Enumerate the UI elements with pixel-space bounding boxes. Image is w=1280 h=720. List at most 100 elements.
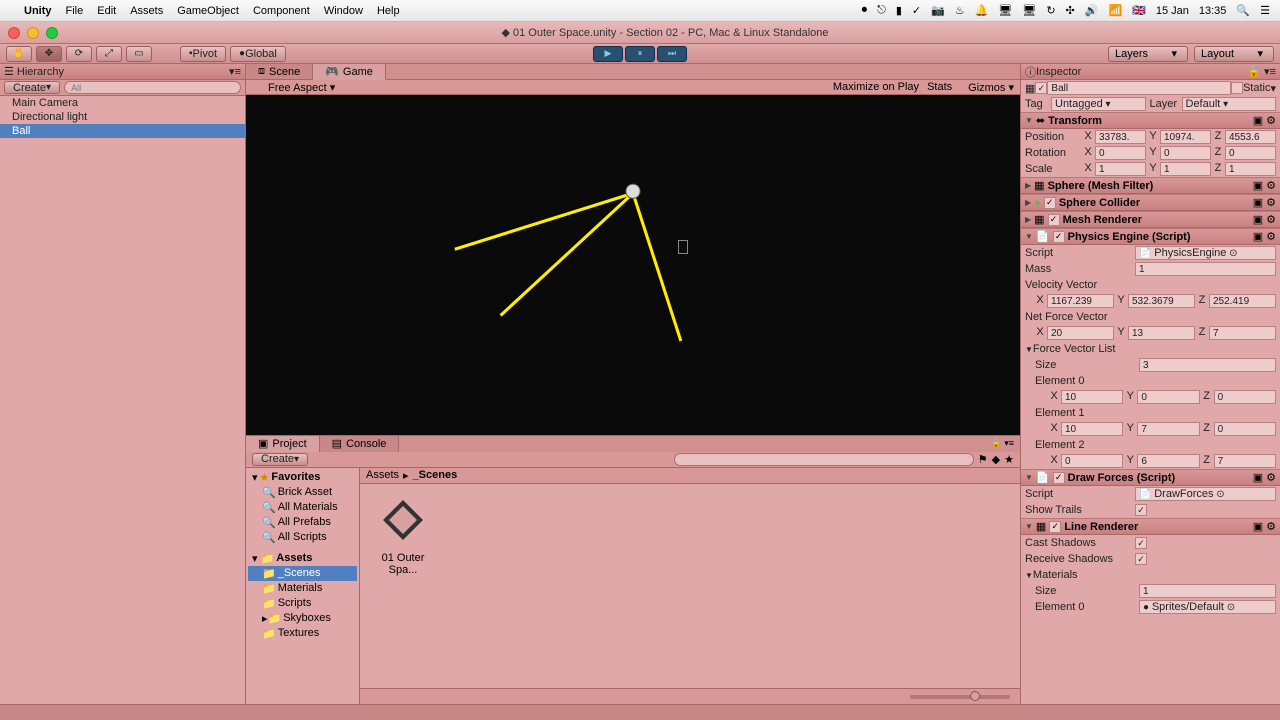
e0-z[interactable] [1214, 390, 1276, 404]
fav-item[interactable]: 🔍 All Prefabs [248, 515, 357, 530]
scale-x[interactable] [1095, 162, 1146, 176]
tab-game[interactable]: 🎮Game [313, 64, 386, 80]
physics-engine-header[interactable]: ▼📄✓Physics Engine (Script)▣ ⚙ [1021, 228, 1280, 245]
timemachine-icon[interactable]: ↻ [1046, 4, 1055, 17]
scale-y[interactable] [1160, 162, 1211, 176]
transform-header[interactable]: ▼⬌Transform▣ ⚙ [1021, 112, 1280, 129]
close-window-button[interactable] [8, 27, 20, 39]
fav-item[interactable]: 🔍 Brick Asset [248, 485, 357, 500]
hierarchy-item[interactable]: Directional light [0, 110, 245, 124]
script-field[interactable]: 📄 PhysicsEngine ⊙ [1135, 246, 1276, 260]
spotlight-icon[interactable]: 🔍 [1236, 4, 1250, 17]
tab-console[interactable]: ▤Console [320, 436, 400, 452]
crumb-current[interactable]: _Scenes [413, 469, 458, 481]
notifications-icon[interactable]: ☰ [1260, 4, 1270, 17]
folder-item[interactable]: 📁 Scripts [248, 596, 357, 611]
crumb-root[interactable]: Assets [366, 469, 399, 481]
filter-type-icon[interactable]: ◆ [992, 453, 1000, 466]
mat-e0[interactable]: ● Sprites/Default ⊙ [1139, 600, 1276, 614]
thumbnail-size-slider[interactable] [910, 695, 1010, 699]
folder-item[interactable]: 📁 Materials [248, 581, 357, 596]
fav-item[interactable]: 🔍 All Materials [248, 500, 357, 515]
project-search[interactable] [674, 453, 974, 466]
sphere-collider-header[interactable]: ▶●✓Sphere Collider▣ ⚙ [1021, 194, 1280, 211]
e0-y[interactable] [1137, 390, 1199, 404]
pivot-toggle[interactable]: ▪ Pivot [180, 46, 226, 62]
check-icon[interactable]: ✓ [912, 4, 921, 17]
show-trails-checkbox[interactable]: ✓ [1135, 504, 1147, 516]
rot-x[interactable] [1095, 146, 1146, 160]
active-checkbox[interactable]: ✓ [1035, 82, 1047, 94]
e1-y[interactable] [1137, 422, 1199, 436]
app-name[interactable]: Unity [24, 5, 52, 17]
rot-y[interactable] [1160, 146, 1211, 160]
assets-node[interactable]: ▾ 📁 Assets [248, 551, 357, 566]
menu-window[interactable]: Window [324, 5, 363, 17]
zoom-window-button[interactable] [46, 27, 58, 39]
folder-item[interactable]: ▸📁 Skyboxes [248, 611, 357, 626]
menu-file[interactable]: File [66, 5, 84, 17]
rotate-tool[interactable]: ⟳ [66, 46, 92, 62]
hierarchy-item-selected[interactable]: Ball [0, 124, 245, 138]
gizmos-toggle[interactable]: Gizmos ▾ [960, 81, 1014, 94]
rot-z[interactable] [1225, 146, 1276, 160]
df-script-field[interactable]: 📄 DrawForces ⊙ [1135, 487, 1276, 501]
stats-toggle[interactable]: Stats [927, 81, 952, 93]
nf-y[interactable] [1128, 326, 1195, 340]
hierarchy-search[interactable] [64, 81, 241, 94]
display2-icon[interactable]: 🖥 [1022, 4, 1036, 17]
flag-icon[interactable]: 🇬🇧 [1132, 4, 1146, 17]
hierarchy-item[interactable]: Main Camera [0, 96, 245, 110]
line-renderer-header[interactable]: ▼▦✓Line Renderer▣ ⚙ [1021, 518, 1280, 535]
flame-icon[interactable]: ♨ [955, 4, 965, 17]
menu-help[interactable]: Help [377, 5, 400, 17]
nf-x[interactable] [1047, 326, 1114, 340]
filter-icon[interactable]: ⚑ [978, 453, 988, 466]
project-create[interactable]: Create ▾ [252, 453, 308, 466]
tower-icon[interactable]: ▮ [896, 4, 902, 17]
e2-y[interactable] [1137, 454, 1199, 468]
menu-gameobject[interactable]: GameObject [177, 5, 239, 17]
folder-item-selected[interactable]: 📁 _Scenes [248, 566, 357, 581]
scale-z[interactable] [1225, 162, 1276, 176]
tab-scene[interactable]: ⧈Scene [246, 64, 313, 79]
maximize-toggle[interactable]: Maximize on Play [833, 81, 919, 93]
global-toggle[interactable]: ● Global [230, 46, 286, 62]
menu-component[interactable]: Component [253, 5, 310, 17]
recv-shadows-checkbox[interactable]: ✓ [1135, 553, 1147, 565]
pause-button[interactable]: ⏸ [625, 46, 655, 62]
volume-icon[interactable]: 🔊 [1085, 4, 1099, 17]
vel-y[interactable] [1128, 294, 1195, 308]
rect-tool[interactable]: ▭ [126, 46, 152, 62]
nf-z[interactable] [1209, 326, 1276, 340]
hand-tool[interactable]: ✋ [6, 46, 32, 62]
e1-z[interactable] [1214, 422, 1276, 436]
pos-y[interactable] [1160, 130, 1211, 144]
move-tool[interactable]: ✥ [36, 46, 62, 62]
static-checkbox[interactable] [1231, 82, 1243, 94]
layers-dropdown[interactable]: Layers▾ [1108, 46, 1188, 62]
folder-item[interactable]: 📁 Textures [248, 626, 357, 641]
vel-x[interactable] [1047, 294, 1114, 308]
asset-item[interactable]: 01 Outer Spa... [368, 492, 438, 576]
rec-icon[interactable]: ⏺ [862, 4, 868, 17]
sphere-meshfilter-header[interactable]: ▶▦Sphere (Mesh Filter)▣ ⚙ [1021, 177, 1280, 194]
display-icon[interactable]: 🖥 [998, 4, 1012, 17]
pos-x[interactable] [1095, 130, 1146, 144]
menu-assets[interactable]: Assets [130, 5, 163, 17]
scale-tool[interactable]: ⤢ [96, 46, 122, 62]
link-icon[interactable]: ⎋ [877, 4, 886, 17]
object-name-field[interactable] [1047, 81, 1231, 95]
layer-dropdown[interactable]: Default ▾ [1182, 97, 1277, 111]
mass-field[interactable] [1135, 262, 1276, 276]
mesh-renderer-header[interactable]: ▶▦✓Mesh Renderer▣ ⚙ [1021, 211, 1280, 228]
tag-dropdown[interactable]: Untagged ▾ [1051, 97, 1146, 111]
e2-z[interactable] [1214, 454, 1276, 468]
menu-edit[interactable]: Edit [97, 5, 116, 17]
camera-icon[interactable]: 📷 [931, 4, 945, 17]
draw-forces-header[interactable]: ▼📄✓Draw Forces (Script)▣ ⚙ [1021, 469, 1280, 486]
fvl-size[interactable] [1139, 358, 1276, 372]
e2-x[interactable] [1061, 454, 1123, 468]
mat-size[interactable] [1139, 584, 1276, 598]
step-button[interactable]: ⏭ [657, 46, 687, 62]
